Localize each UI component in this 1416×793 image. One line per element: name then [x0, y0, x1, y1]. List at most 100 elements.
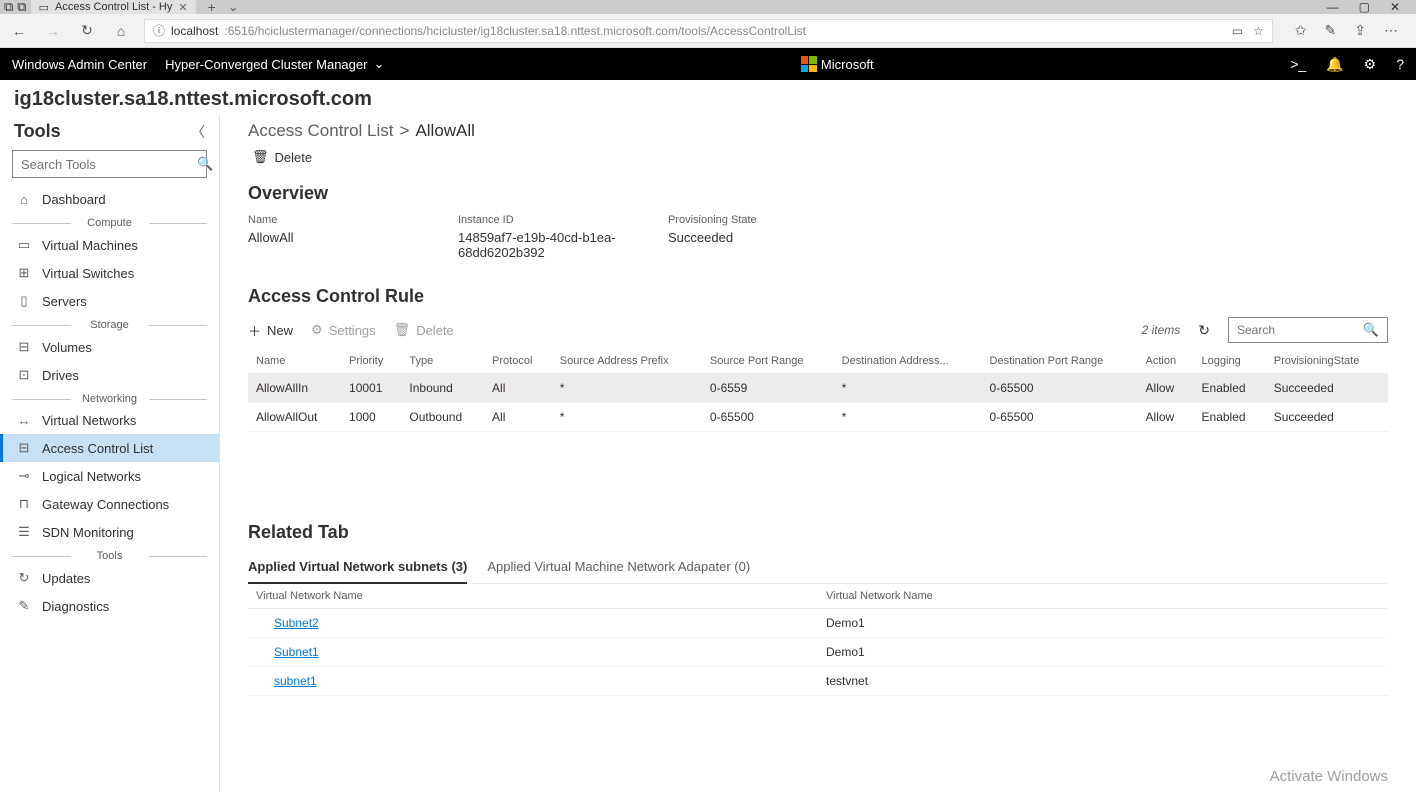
overview-grid: Name AllowAll Instance ID 14859af7-e19b-… — [248, 214, 1388, 260]
window-minimize-button[interactable]: — — [1327, 0, 1339, 14]
sidebar-item-label: Logical Networks — [42, 469, 141, 484]
home-button[interactable]: ⌂ — [110, 23, 132, 39]
breadcrumb-root[interactable]: Access Control List — [248, 121, 394, 141]
col-logging[interactable]: Logging — [1194, 349, 1266, 374]
sidebar-item-diagnostics[interactable]: ✎ Diagnostics — [0, 592, 219, 620]
tab-aside-icon[interactable]: ⧉ — [17, 0, 26, 15]
col-src-port[interactable]: Source Port Range — [702, 349, 834, 374]
sidebar-item-virtual-switches[interactable]: ⊞Virtual Switches — [0, 259, 219, 287]
tab-close-icon[interactable]: ✕ — [178, 1, 187, 14]
manager-dropdown[interactable]: Hyper-Converged Cluster Manager ⌄ — [165, 56, 384, 72]
browser-tab[interactable]: ▭ Access Control List - Hy ✕ — [31, 0, 196, 14]
delete-button[interactable]: 🗑 Delete — [252, 149, 312, 165]
col-src-prefix[interactable]: Source Address Prefix — [552, 349, 702, 374]
cell-protocol: All — [484, 374, 552, 403]
address-bar[interactable]: ⓘ localhost:6516/hciclustermanager/conne… — [144, 19, 1273, 43]
refresh-rules-button[interactable]: ↻ — [1198, 322, 1210, 339]
subnet-link[interactable]: Subnet2 — [274, 616, 319, 630]
sidebar: Tools 〈 🔍 ⌂Dashboard Compute ▭Virtual Ma… — [0, 115, 220, 792]
window-maximize-button[interactable]: ▢ — [1359, 0, 1370, 14]
col-dst-prefix[interactable]: Destination Address... — [834, 349, 982, 374]
col-priority[interactable]: Priority — [341, 349, 401, 374]
updates-icon: ↻ — [16, 570, 32, 586]
sidebar-item-updates[interactable]: ↻Updates — [0, 564, 219, 592]
brand-label[interactable]: Windows Admin Center — [12, 57, 147, 72]
col-subnet-name[interactable]: Virtual Network Name — [248, 584, 818, 609]
notes-icon[interactable]: ✎ — [1325, 22, 1337, 39]
site-info-icon[interactable]: ⓘ — [153, 22, 165, 39]
table-row[interactable]: AllowAllOut1000OutboundAll*0-65500*0-655… — [248, 403, 1388, 432]
window-close-button[interactable]: ✕ — [1390, 0, 1400, 14]
back-button[interactable]: ← — [8, 23, 30, 39]
favorites-icon[interactable]: ✩ — [1295, 22, 1307, 39]
tab-thumb-icon[interactable]: ⧉ — [4, 0, 13, 15]
subnet-link[interactable]: subnet1 — [274, 674, 317, 688]
sidebar-item-dashboard[interactable]: ⌂Dashboard — [0, 186, 219, 213]
diagnostics-icon: ✎ — [16, 598, 32, 614]
new-tab-button[interactable]: + — [200, 0, 224, 15]
col-prov[interactable]: ProvisioningState — [1266, 349, 1388, 374]
more-icon[interactable]: ⋯ — [1384, 22, 1398, 39]
sidebar-item-label: Diagnostics — [42, 599, 109, 614]
col-action[interactable]: Action — [1138, 349, 1194, 374]
search-tools-field[interactable] — [21, 157, 197, 172]
search-tools-input[interactable]: 🔍 — [12, 150, 207, 178]
acl-icon: ⊟ — [16, 440, 32, 456]
col-protocol[interactable]: Protocol — [484, 349, 552, 374]
sidebar-item-servers[interactable]: ▯Servers — [0, 287, 219, 315]
col-name[interactable]: Name — [248, 349, 341, 374]
new-rule-button[interactable]: ＋ New — [248, 321, 293, 340]
cell-vnet: Demo1 — [818, 609, 1388, 638]
search-rules-field[interactable] — [1237, 323, 1357, 337]
cluster-title: ig18cluster.sa18.nttest.microsoft.com — [0, 80, 1416, 115]
help-icon[interactable]: ? — [1396, 56, 1404, 73]
new-label: New — [267, 323, 293, 338]
breadcrumb-leaf: AllowAll — [415, 121, 475, 141]
sidebar-item-label: Volumes — [42, 340, 92, 355]
sidebar-item-gateway-connections[interactable]: ⊓Gateway Connections — [0, 490, 219, 518]
delete-rule-button[interactable]: 🗑Delete — [394, 322, 454, 338]
sidebar-item-access-control-list[interactable]: ⊟Access Control List — [0, 434, 219, 462]
sidebar-item-virtual-networks[interactable]: ↔Virtual Networks — [0, 407, 219, 434]
forward-button[interactable]: → — [42, 23, 64, 39]
sidebar-item-sdn-monitoring[interactable]: ☰SDN Monitoring — [0, 518, 219, 546]
sidebar-item-volumes[interactable]: ⊟Volumes — [0, 333, 219, 361]
sidebar-item-label: Servers — [42, 294, 87, 309]
table-row[interactable]: Subnet2 Demo1 — [248, 609, 1388, 638]
tab-subnets[interactable]: Applied Virtual Network subnets (3) — [248, 553, 467, 584]
search-rules-input[interactable]: 🔍 — [1228, 317, 1388, 343]
cell-vnet: Demo1 — [818, 638, 1388, 667]
table-row[interactable]: subnet1testvnet — [248, 667, 1388, 696]
browser-titlebar: ⧉ ⧉ ▭ Access Control List - Hy ✕ + ⌄ — ▢… — [0, 0, 1416, 14]
cell-action: Allow — [1138, 374, 1194, 403]
settings-rule-button[interactable]: ⚙Settings — [311, 322, 376, 338]
group-networking: Networking — [12, 393, 207, 405]
sidebar-item-drives[interactable]: ⊡Drives — [0, 361, 219, 389]
table-row[interactable]: AllowAllIn10001InboundAll*0-6559*0-65500… — [248, 374, 1388, 403]
notifications-icon[interactable]: 🔔 — [1326, 56, 1343, 73]
console-icon[interactable]: >_ — [1290, 56, 1306, 73]
logical-net-icon: ⊸ — [16, 468, 32, 484]
rules-table: Name Priority Type Protocol Source Addre… — [248, 349, 1388, 432]
col-type[interactable]: Type — [401, 349, 484, 374]
plus-icon: ＋ — [248, 321, 261, 340]
collapse-sidebar-button[interactable]: 〈 — [191, 122, 205, 142]
gear-icon: ⚙ — [311, 322, 323, 338]
settings-icon[interactable]: ⚙ — [1364, 56, 1377, 73]
reading-view-icon[interactable]: ▭ — [1232, 24, 1243, 38]
tab-chevron-icon[interactable]: ⌄ — [228, 0, 239, 15]
col-dst-port[interactable]: Destination Port Range — [982, 349, 1138, 374]
cell-dst_prefix: * — [834, 374, 982, 403]
cell-logging: Enabled — [1194, 403, 1266, 432]
tab-adapters[interactable]: Applied Virtual Machine Network Adapater… — [487, 553, 750, 583]
sidebar-item-logical-networks[interactable]: ⊸ Logical Networks — [0, 462, 219, 490]
cell-src_port: 0-65500 — [702, 403, 834, 432]
overview-instance-label: Instance ID — [458, 214, 668, 226]
subnet-link[interactable]: Subnet1 — [274, 645, 319, 659]
sidebar-item-virtual-machines[interactable]: ▭Virtual Machines — [0, 231, 219, 259]
col-vnet-name[interactable]: Virtual Network Name — [818, 584, 1388, 609]
share-icon[interactable]: ⇪ — [1354, 22, 1366, 39]
refresh-button[interactable]: ↻ — [76, 22, 98, 39]
table-row[interactable]: Subnet1 Demo1 — [248, 638, 1388, 667]
favorite-icon[interactable]: ☆ — [1253, 24, 1264, 38]
